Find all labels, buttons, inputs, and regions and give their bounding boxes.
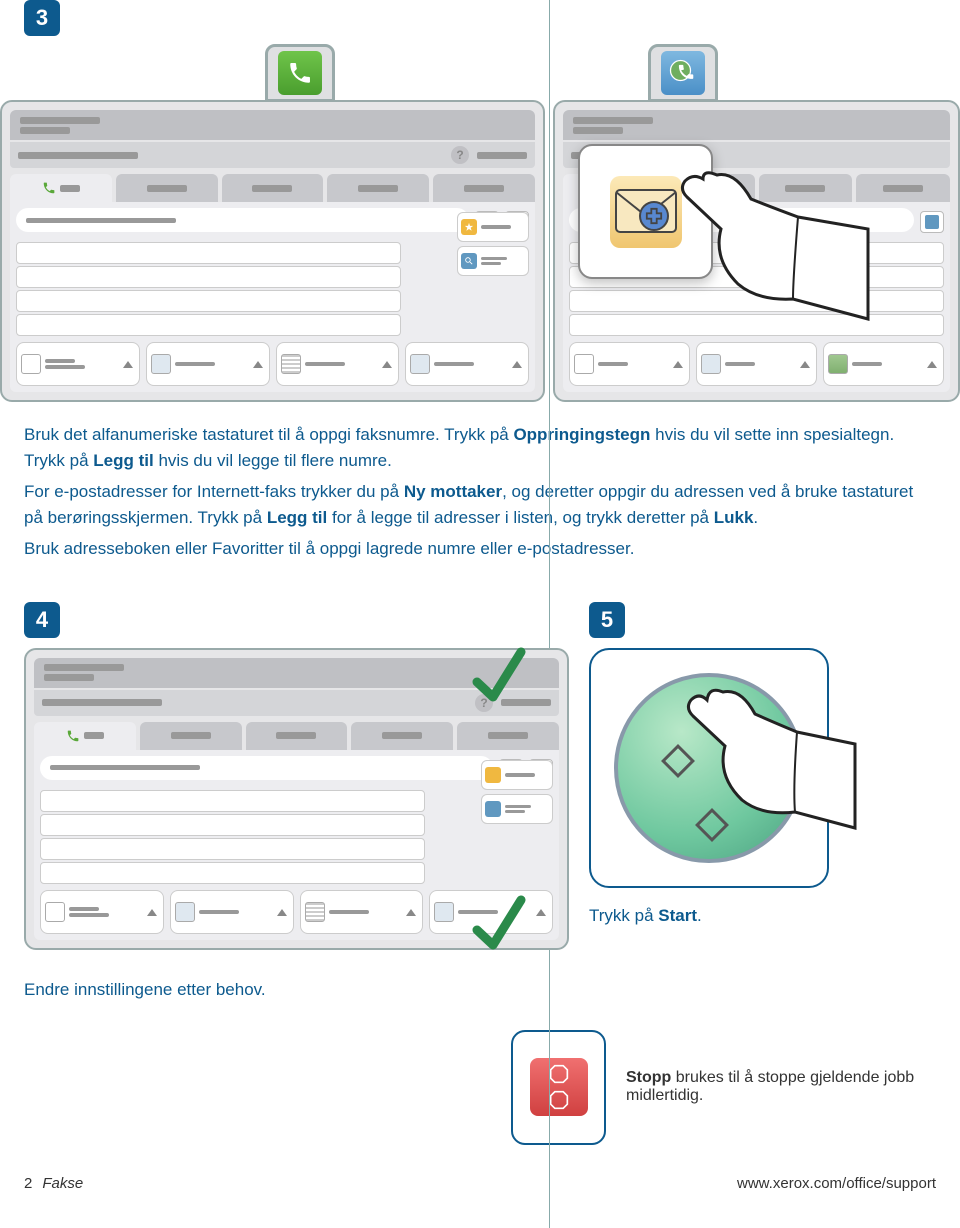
option-2-button[interactable] [146, 342, 270, 386]
checkmark-icon [469, 890, 529, 960]
search-icon [925, 215, 939, 229]
tab-5[interactable] [433, 174, 535, 202]
list-item[interactable] [40, 814, 425, 836]
doc-icon [828, 354, 848, 374]
list-item[interactable] [40, 790, 425, 812]
support-url: www.xerox.com/office/support [737, 1175, 936, 1192]
tab-1[interactable] [10, 174, 112, 202]
doc-icon [45, 902, 65, 922]
search-icon [461, 253, 477, 269]
stop-caption: Stopp brukes til å stoppe gjeldende jobb… [626, 1069, 936, 1105]
option-1-button[interactable] [40, 890, 164, 934]
doc-icon [151, 354, 171, 374]
help-icon: ? [451, 146, 469, 164]
doc-icon [434, 902, 454, 922]
doc-icon [175, 902, 195, 922]
stop-octagon-icon [549, 1064, 569, 1084]
step3-row: ? [0, 36, 960, 402]
step5-text: Trykk på Start. [589, 906, 936, 926]
page-footer: 2 Fakse www.xerox.com/office/support [0, 1165, 960, 1208]
stop-octagon-icon [549, 1090, 569, 1110]
star-icon [461, 219, 477, 235]
addressbook-button[interactable] [457, 246, 529, 276]
list-item[interactable] [16, 314, 401, 336]
checkmark-icon [469, 642, 529, 712]
tab-1[interactable] [34, 722, 136, 750]
option-1-button[interactable] [16, 342, 140, 386]
step-4-badge: 4 [24, 602, 60, 638]
option-2-button[interactable] [696, 342, 817, 386]
option-4-button[interactable] [405, 342, 529, 386]
tab-4[interactable] [351, 722, 453, 750]
option-3-button[interactable] [300, 890, 424, 934]
tab-5[interactable] [457, 722, 559, 750]
ifax-tab-icon [648, 44, 718, 102]
tab-4[interactable] [327, 174, 429, 202]
list-item[interactable] [40, 838, 425, 860]
favorites-button[interactable] [481, 760, 553, 790]
tab-3[interactable] [222, 174, 324, 202]
grid-icon [305, 902, 325, 922]
list-item[interactable] [16, 242, 401, 264]
search-icon [485, 801, 501, 817]
instruction-text: Bruk det alfanumeriske tastaturet til å … [0, 402, 960, 582]
doc-title: Fakse [42, 1175, 83, 1192]
star-icon [485, 767, 501, 783]
option-3-button[interactable] [276, 342, 400, 386]
option-1-button[interactable] [569, 342, 690, 386]
fax-panel: ? [0, 100, 545, 402]
globe-phone-icon [661, 51, 705, 95]
list-item[interactable] [40, 862, 425, 884]
tab-2[interactable] [140, 722, 242, 750]
stop-button-frame [511, 1030, 606, 1145]
option-2-button[interactable] [170, 890, 294, 934]
step-3-badge: 3 [24, 0, 60, 36]
step-5-badge: 5 [589, 602, 625, 638]
page-number: 2 [24, 1175, 32, 1192]
list-item[interactable] [16, 290, 401, 312]
recipient-input[interactable] [16, 208, 469, 232]
panel-header [10, 110, 535, 140]
doc-icon [574, 354, 594, 374]
tab-2[interactable] [116, 174, 218, 202]
hand-pressing-icon [657, 660, 857, 830]
phone-icon [278, 51, 322, 95]
option-3-button[interactable] [823, 342, 944, 386]
favorites-button[interactable] [457, 212, 529, 242]
grid-icon [281, 354, 301, 374]
doc-icon [701, 354, 721, 374]
fax-tab-icon [265, 44, 335, 102]
doc-icon [21, 354, 41, 374]
phone-small-icon [66, 729, 80, 743]
doc-icon [410, 354, 430, 374]
recipient-input[interactable] [40, 756, 493, 780]
addressbook-small-button[interactable] [920, 211, 944, 233]
hand-pointing-icon [643, 139, 873, 329]
list-item[interactable] [16, 266, 401, 288]
recipient-list [16, 242, 401, 336]
phone-small-icon [42, 181, 56, 195]
step4-caption: Endre innstillingene etter behov. [0, 970, 960, 1010]
stop-button[interactable] [530, 1058, 588, 1116]
addressbook-button[interactable] [481, 794, 553, 824]
tab-3[interactable] [246, 722, 348, 750]
panel-header [563, 110, 950, 140]
start-button-frame [589, 648, 829, 888]
